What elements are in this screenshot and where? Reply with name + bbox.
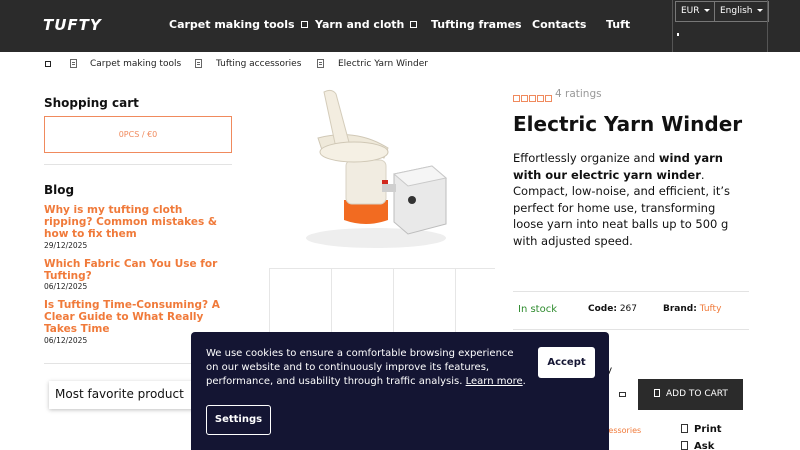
cookie-message: We use cookies to ensure a comfortable b… bbox=[206, 348, 526, 387]
nav-contacts[interactable]: Contacts bbox=[532, 18, 586, 31]
product-title: Electric Yarn Winder bbox=[513, 112, 743, 136]
blog-post-title[interactable]: Which Fabric Can You Use for Tufting? bbox=[44, 258, 234, 282]
star-icon bbox=[529, 95, 536, 102]
cart-icon bbox=[654, 389, 660, 397]
breadcrumb-carpet-making-tools[interactable]: Carpet making tools bbox=[90, 59, 181, 69]
header-mark bbox=[677, 33, 679, 36]
stock-status: In stock bbox=[518, 304, 558, 315]
add-to-cart-button[interactable]: ADD TO CART bbox=[638, 379, 743, 410]
category-icon bbox=[195, 59, 202, 68]
thumbnail-divider bbox=[393, 269, 394, 339]
home-icon[interactable] bbox=[45, 61, 51, 67]
accept-cookies-button[interactable]: Accept bbox=[538, 347, 595, 378]
cart-heading: Shopping cart bbox=[44, 96, 139, 110]
accessories-link[interactable]: cessories bbox=[604, 426, 641, 435]
divider bbox=[513, 329, 749, 330]
dropdown-icon bbox=[410, 21, 418, 28]
language-select[interactable]: English bbox=[714, 1, 769, 22]
thumbnail-divider bbox=[455, 269, 456, 339]
currency-select[interactable]: EUR bbox=[675, 1, 716, 22]
nav-yarn-and-cloth[interactable]: Yarn and cloth bbox=[315, 18, 418, 31]
print-button[interactable]: Print bbox=[681, 424, 722, 435]
nav-tuft-truncated[interactable]: Tuft bbox=[606, 18, 630, 31]
cookie-settings-button[interactable]: Settings bbox=[206, 405, 271, 435]
yarn-winder-illustration bbox=[306, 89, 448, 248]
logo[interactable]: TUFTY bbox=[43, 16, 102, 34]
rating-stars[interactable] bbox=[513, 87, 553, 106]
page: TUFTY Carpet making tools Yarn and cloth… bbox=[0, 0, 800, 450]
category-icon bbox=[317, 59, 324, 68]
breadcrumb-current: Electric Yarn Winder bbox=[338, 59, 428, 69]
blog-post-date: 29/12/2025 bbox=[44, 241, 88, 250]
divider bbox=[44, 164, 232, 165]
blog-heading: Blog bbox=[44, 183, 75, 197]
question-icon bbox=[681, 441, 688, 450]
cart-summary-button[interactable]: 0PCS / €0 bbox=[44, 116, 232, 153]
minus-icon[interactable] bbox=[619, 392, 626, 397]
thumbnail-divider bbox=[269, 269, 270, 339]
star-icon bbox=[537, 95, 544, 102]
star-icon bbox=[513, 95, 520, 102]
star-icon bbox=[521, 95, 528, 102]
product-description: Effortlessly organize and wind yarn with… bbox=[513, 151, 730, 248]
ratings-count[interactable]: 4 ratings bbox=[555, 88, 602, 100]
top-header: TUFTY Carpet making tools Yarn and cloth… bbox=[0, 0, 800, 52]
dropdown-icon bbox=[300, 21, 308, 28]
blog-post-date: 06/12/2025 bbox=[44, 282, 88, 291]
product-brand: Brand: Tufty bbox=[663, 304, 722, 314]
thumbnail-strip bbox=[269, 268, 495, 339]
ask-button[interactable]: Ask bbox=[681, 441, 714, 450]
print-icon bbox=[681, 424, 688, 433]
favorite-product-panel[interactable]: Most favorite product bbox=[49, 381, 199, 409]
product-code: Code: 267 bbox=[588, 304, 637, 314]
brand-link[interactable]: Tufty bbox=[700, 304, 722, 314]
thumbnail-divider bbox=[331, 269, 332, 339]
blog-post-date: 06/12/2025 bbox=[44, 336, 88, 345]
chevron-down-icon bbox=[703, 9, 710, 12]
header-divider bbox=[672, 0, 673, 52]
nav-tufting-frames[interactable]: Tufting frames bbox=[431, 18, 522, 31]
nav-carpet-making-tools[interactable]: Carpet making tools bbox=[169, 18, 308, 31]
star-icon bbox=[545, 95, 552, 102]
cookie-banner: We use cookies to ensure a comfortable b… bbox=[191, 332, 609, 450]
learn-more-link[interactable]: Learn more bbox=[466, 376, 523, 387]
product-image[interactable] bbox=[296, 88, 456, 260]
blog-post-title[interactable]: Why is my tufting cloth ripping? Common … bbox=[44, 204, 234, 240]
blog-post-title[interactable]: Is Tufting Time-Consuming? A Clear Guide… bbox=[44, 299, 234, 335]
breadcrumb-tufting-accessories[interactable]: Tufting accessories bbox=[216, 59, 301, 69]
header-divider bbox=[767, 0, 768, 52]
breadcrumb: Carpet making tools Tufting accessories … bbox=[43, 58, 463, 72]
divider bbox=[513, 291, 749, 292]
chevron-down-icon bbox=[756, 9, 763, 12]
category-icon bbox=[70, 59, 77, 68]
